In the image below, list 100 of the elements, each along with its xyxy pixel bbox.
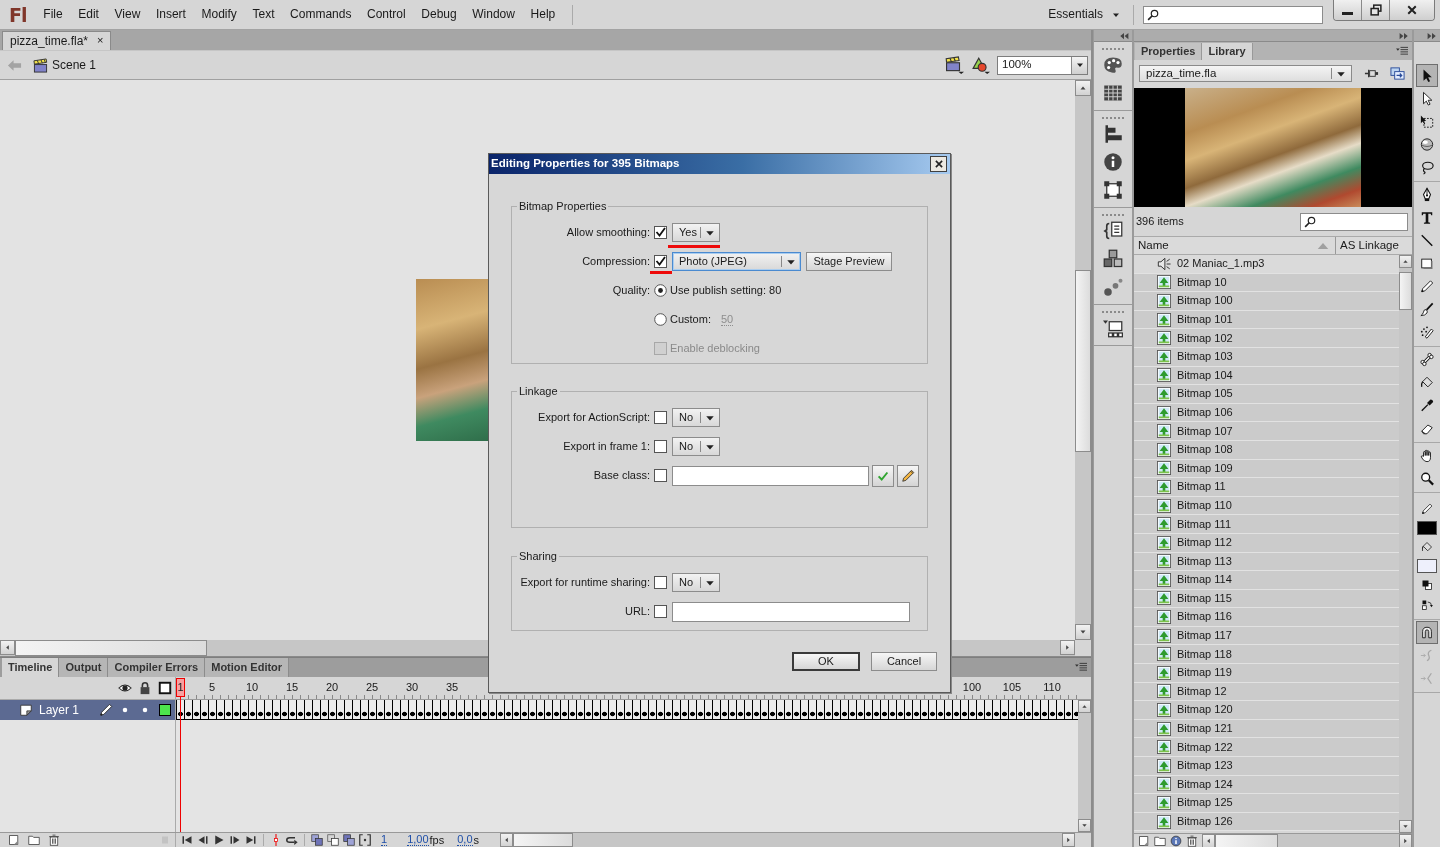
minimize-button[interactable] xyxy=(1334,0,1362,20)
folder-icon[interactable] xyxy=(28,834,40,846)
scroll-right-icon[interactable] xyxy=(1399,833,1412,847)
column-header[interactable]: Name xyxy=(1134,237,1336,254)
expand-icon[interactable] xyxy=(1399,30,1409,41)
search-field[interactable] xyxy=(1300,212,1408,231)
scrollbar[interactable] xyxy=(500,833,1075,847)
library-item[interactable]: Bitmap 125 xyxy=(1134,794,1399,813)
checkbox[interactable] xyxy=(654,469,667,482)
trash-icon[interactable] xyxy=(1186,834,1198,847)
scrollbar-thumb[interactable] xyxy=(1215,833,1278,847)
scroll-left-icon[interactable] xyxy=(0,640,15,655)
library-item[interactable]: Bitmap 119 xyxy=(1134,664,1399,683)
menu-item[interactable]: Debug xyxy=(413,7,465,22)
align-icon[interactable] xyxy=(1103,124,1123,144)
menu-item[interactable]: Insert xyxy=(148,7,194,22)
frame-rate-field[interactable]: 1,00 xyxy=(407,834,429,846)
eye-icon[interactable] xyxy=(118,681,132,695)
scroll-down-icon[interactable] xyxy=(1075,624,1091,640)
time-field[interactable]: 0,0 xyxy=(457,834,473,846)
dialog-button[interactable]: OK xyxy=(792,652,860,671)
panel-tab[interactable]: Output xyxy=(59,658,109,677)
library-item[interactable]: Bitmap 102 xyxy=(1134,329,1399,348)
step-forward-icon[interactable] xyxy=(229,834,241,846)
menu-item[interactable]: Edit xyxy=(70,7,107,22)
panel-tab[interactable]: Motion Editor xyxy=(205,658,290,677)
dropdown[interactable]: Yes xyxy=(672,223,720,242)
first-frame-icon[interactable] xyxy=(181,834,193,846)
info-icon[interactable] xyxy=(1170,834,1182,847)
scroll-down-icon[interactable] xyxy=(1078,819,1091,832)
text-field[interactable] xyxy=(672,601,910,622)
menu-item[interactable]: Help xyxy=(522,7,564,22)
shapes-icon[interactable] xyxy=(972,56,990,74)
checkbox[interactable] xyxy=(654,255,667,268)
stage-preview-button[interactable]: Stage Preview xyxy=(806,252,892,271)
outline-color-swatch[interactable] xyxy=(159,704,171,716)
step-back-icon[interactable] xyxy=(197,834,209,846)
magnet-icon[interactable] xyxy=(1416,621,1438,644)
menu-item[interactable]: View xyxy=(106,7,149,22)
grid-icon[interactable] xyxy=(1103,83,1123,103)
library-item[interactable]: Bitmap 100 xyxy=(1134,292,1399,311)
panel-tab[interactable]: Compiler Errors xyxy=(108,658,206,677)
playhead[interactable]: 1 xyxy=(176,678,185,832)
checkbox[interactable] xyxy=(654,226,667,239)
arrow-pointer-icon[interactable] xyxy=(1416,64,1438,87)
library-item[interactable]: Bitmap 114 xyxy=(1134,571,1399,590)
menu-item[interactable]: File xyxy=(35,7,71,22)
scroll-left-icon[interactable] xyxy=(1202,833,1215,847)
library-item[interactable]: Bitmap 105 xyxy=(1134,385,1399,404)
play-icon[interactable] xyxy=(213,834,225,846)
window-icon[interactable] xyxy=(1103,318,1123,338)
last-frame-icon[interactable] xyxy=(245,834,257,846)
menu-item[interactable]: Control xyxy=(359,7,414,22)
scroll-up-icon[interactable] xyxy=(1078,700,1091,713)
scrollbar[interactable] xyxy=(1078,700,1091,832)
frame-field[interactable]: 1 xyxy=(381,834,388,846)
trash-icon[interactable] xyxy=(48,834,60,846)
edit-button[interactable] xyxy=(897,464,919,487)
library-item[interactable]: Bitmap 107 xyxy=(1134,422,1399,441)
workspace-switcher[interactable]: Essentials xyxy=(1048,4,1120,25)
scroll-up-icon[interactable] xyxy=(1075,80,1091,96)
windows-arrow-icon[interactable] xyxy=(1390,66,1405,81)
page-icon[interactable] xyxy=(8,834,20,846)
scroll-right-icon[interactable] xyxy=(1062,833,1075,847)
overlapping-outlines-icon[interactable] xyxy=(327,834,339,846)
scrollbar[interactable] xyxy=(1075,80,1091,640)
library-select[interactable]: pizza_time.fla xyxy=(1139,65,1352,82)
library-item[interactable]: Bitmap 118 xyxy=(1134,645,1399,665)
overlapping-squares-icon[interactable] xyxy=(343,834,355,846)
dropdown[interactable]: No xyxy=(672,408,720,427)
page-icon[interactable] xyxy=(1138,834,1150,847)
menu-icon[interactable] xyxy=(1075,660,1087,672)
scroll-right-icon[interactable] xyxy=(1060,640,1075,655)
pencil-icon[interactable] xyxy=(1419,501,1435,517)
clapperboard-icon[interactable] xyxy=(946,56,964,74)
scrollbar[interactable] xyxy=(1399,255,1412,833)
scrollbar[interactable] xyxy=(1202,833,1412,847)
search-field[interactable] xyxy=(1143,5,1323,24)
expand-icon[interactable] xyxy=(1427,30,1437,41)
color-swatch[interactable] xyxy=(1417,559,1437,573)
loop-arrow-icon[interactable] xyxy=(286,834,298,846)
scrollbar-thumb[interactable] xyxy=(1399,272,1412,310)
check-button[interactable] xyxy=(872,464,894,487)
scrollbar-thumb[interactable] xyxy=(15,640,207,656)
library-item[interactable]: Bitmap 111 xyxy=(1134,515,1399,534)
braces-page-icon[interactable] xyxy=(1103,221,1123,241)
radio-button[interactable] xyxy=(654,313,667,326)
library-item[interactable]: 02 Maniac_1.mp3 xyxy=(1134,255,1399,274)
collapse-icon[interactable] xyxy=(1119,30,1129,41)
checkbox[interactable] xyxy=(654,411,667,424)
library-item[interactable]: Bitmap 116 xyxy=(1134,608,1399,627)
scrollbar-thumb[interactable] xyxy=(513,833,573,847)
info-icon[interactable] xyxy=(1103,152,1123,172)
checkbox[interactable] xyxy=(654,576,667,589)
menu-item[interactable]: Window xyxy=(464,7,523,22)
handles-square-icon[interactable] xyxy=(1103,180,1123,200)
scroll-up-icon[interactable] xyxy=(1399,255,1412,268)
dialog-button[interactable]: Cancel xyxy=(871,652,937,671)
close-button[interactable] xyxy=(1390,0,1434,20)
document-tab[interactable]: pizza_time.fla* × xyxy=(2,31,112,50)
